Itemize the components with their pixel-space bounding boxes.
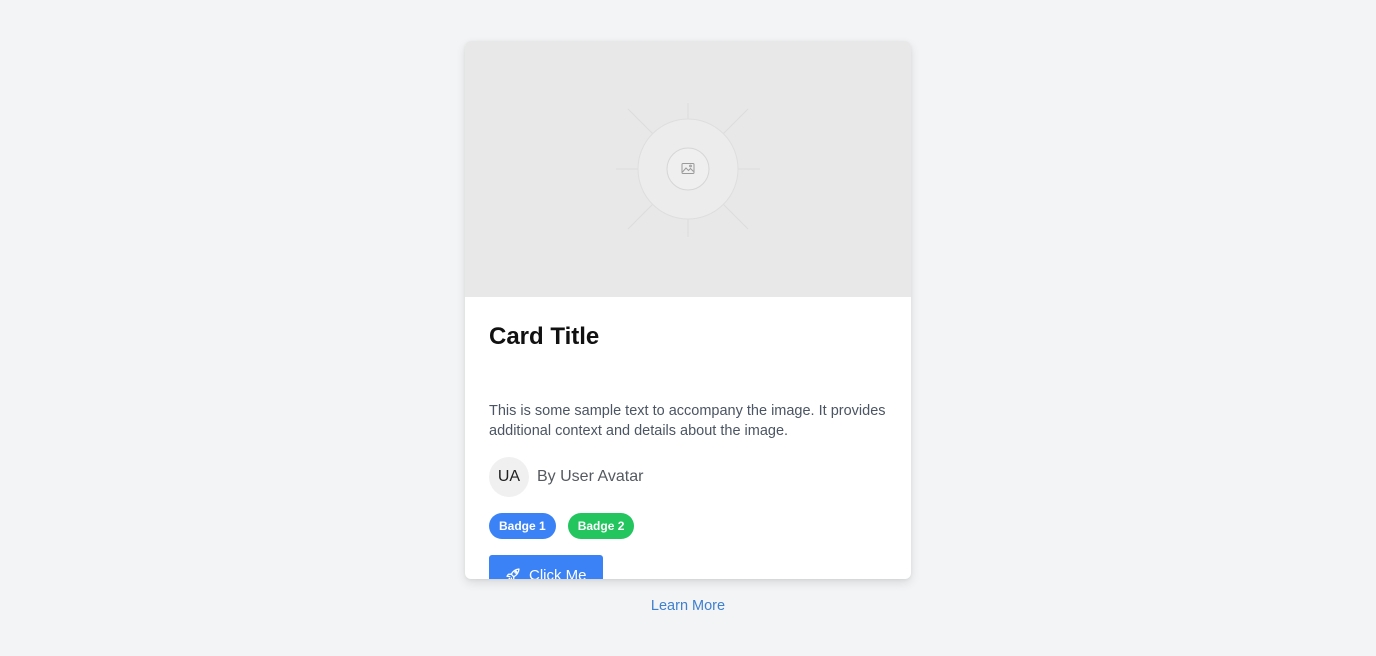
badge-list: Badge 1 Badge 2 (489, 513, 635, 539)
page: Card Title This is some sample text to a… (0, 0, 1376, 656)
learn-more-container: Learn More (0, 596, 1376, 616)
badge: Badge 1 (489, 513, 556, 539)
card-description: This is some sample text to accompany th… (489, 403, 886, 439)
avatar: UA (489, 457, 529, 497)
learn-more-link[interactable]: Learn More (651, 598, 725, 614)
author-name: By User Avatar (537, 468, 644, 485)
click-me-button[interactable]: Click Me (489, 555, 603, 579)
card-title: Card Title (489, 323, 600, 350)
rocket-icon (505, 567, 521, 579)
card-image-placeholder (465, 41, 911, 297)
card: Card Title This is some sample text to a… (465, 41, 911, 579)
click-me-button-label: Click Me (529, 566, 587, 580)
author: UA By User Avatar (489, 457, 643, 497)
badge: Badge 2 (567, 513, 635, 539)
image-placeholder-graphic (616, 103, 760, 237)
